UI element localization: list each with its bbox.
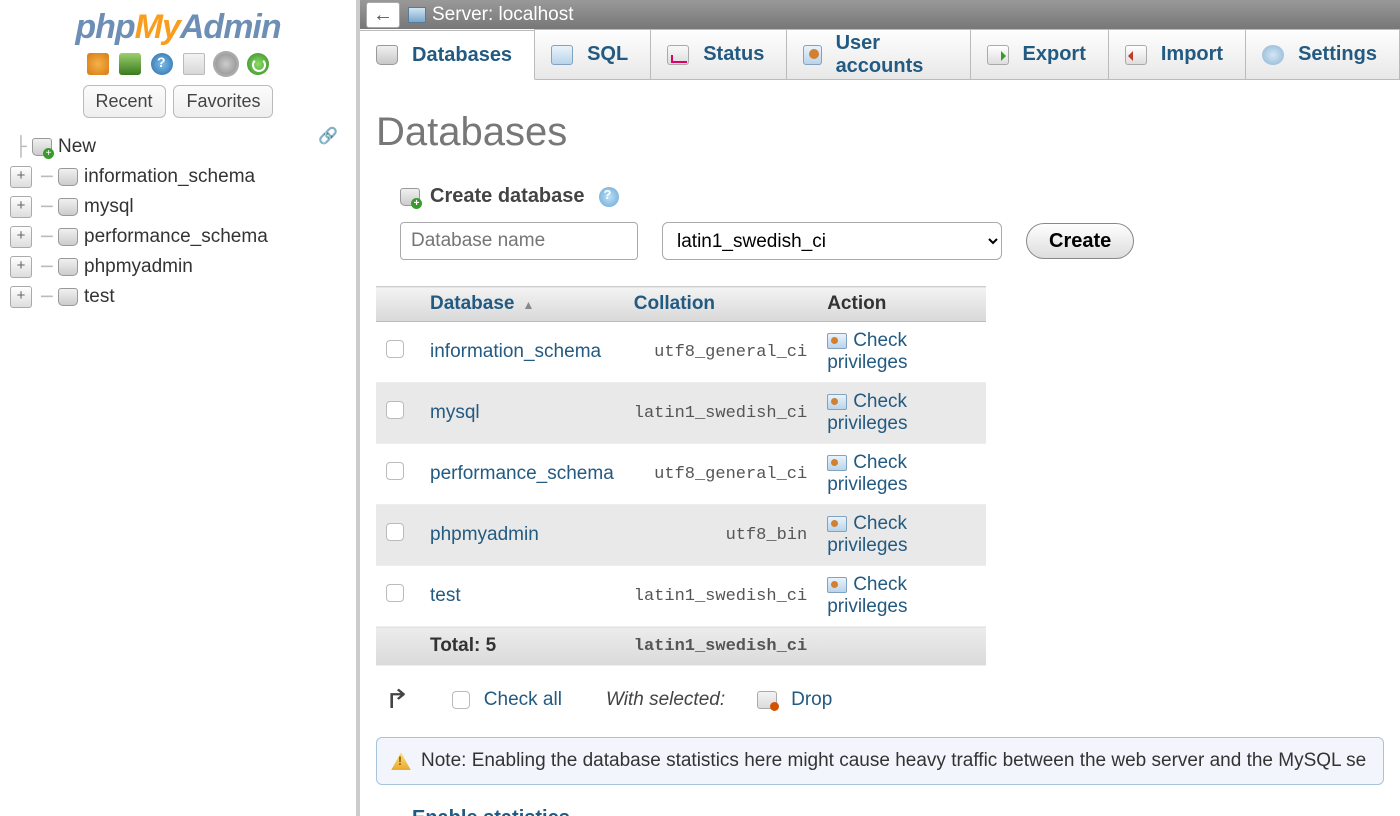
privileges-icon: [827, 455, 847, 471]
db-link[interactable]: information_schema: [430, 341, 601, 362]
new-db-icon: [32, 138, 52, 156]
db-collation: utf8_general_ci: [624, 322, 817, 383]
expand-icon[interactable]: +: [10, 166, 32, 188]
tree-new[interactable]: ├ New: [10, 132, 356, 162]
wrench-icon: [1262, 45, 1284, 65]
expand-icon[interactable]: +: [10, 256, 32, 278]
databases-icon: [376, 45, 398, 65]
privileges-icon: [827, 394, 847, 410]
db-collation: utf8_general_ci: [624, 444, 817, 505]
arrow-up-icon: ↱: [384, 684, 410, 715]
home-icon[interactable]: [87, 53, 109, 75]
db-link[interactable]: performance_schema: [430, 463, 614, 484]
privileges-icon: [827, 516, 847, 532]
database-icon: [58, 168, 78, 186]
tree-item[interactable]: + ─ test: [10, 282, 356, 312]
database-icon: [58, 258, 78, 276]
status-icon: [667, 45, 689, 65]
db-collation: latin1_swedish_ci: [624, 566, 817, 627]
top-tabs: Databases SQL Status User accounts Expor…: [360, 29, 1400, 80]
table-row: phpmyadmin utf8_bin Check privileges: [376, 505, 986, 566]
nav-toolbar: [0, 53, 356, 75]
drop-link[interactable]: Drop: [791, 689, 832, 711]
database-name-input[interactable]: [400, 222, 638, 260]
db-link[interactable]: mysql: [430, 402, 480, 423]
tab-user-accounts[interactable]: User accounts: [786, 29, 970, 79]
row-checkbox[interactable]: [386, 401, 404, 419]
table-row: test latin1_swedish_ci Check privileges: [376, 566, 986, 627]
expand-icon[interactable]: +: [10, 286, 32, 308]
sql-icon: [551, 45, 573, 65]
tab-export[interactable]: Export: [970, 29, 1109, 79]
database-icon: [58, 228, 78, 246]
db-link[interactable]: test: [430, 585, 461, 606]
row-checkbox[interactable]: [386, 340, 404, 358]
with-selected-label: With selected:: [606, 689, 725, 711]
database-icon: [58, 288, 78, 306]
collation-select[interactable]: latin1_swedish_ci: [662, 222, 1002, 260]
link-icon[interactable]: 🔗: [318, 126, 338, 146]
navpanel-icon[interactable]: [183, 53, 205, 75]
favorites-button[interactable]: Favorites: [173, 85, 273, 118]
tree-item[interactable]: + ─ mysql: [10, 192, 356, 222]
table-total-row: Total: 5 latin1_swedish_ci: [376, 627, 986, 666]
back-button[interactable]: ←: [366, 2, 400, 28]
expand-icon[interactable]: +: [10, 226, 32, 248]
help-icon[interactable]: [599, 187, 619, 207]
row-checkbox[interactable]: [386, 462, 404, 480]
tab-settings[interactable]: Settings: [1245, 29, 1400, 79]
expand-icon[interactable]: +: [10, 196, 32, 218]
logout-icon[interactable]: [119, 53, 141, 75]
bulk-action-row: ↱ Check all With selected: Drop: [386, 684, 1384, 715]
privileges-icon: [827, 577, 847, 593]
reload-icon[interactable]: [247, 53, 269, 75]
check-all-link[interactable]: Check all: [484, 689, 562, 711]
page-title: Databases: [376, 110, 1384, 155]
db-link[interactable]: phpmyadmin: [430, 524, 539, 545]
db-tree: ├ New + ─ information_schema + ─ mysql +…: [0, 126, 356, 312]
row-checkbox[interactable]: [386, 584, 404, 602]
db-collation: latin1_swedish_ci: [624, 383, 817, 444]
note-box: Note: Enabling the database statistics h…: [376, 737, 1384, 785]
recent-button[interactable]: Recent: [83, 85, 166, 118]
tab-databases[interactable]: Databases: [360, 30, 535, 80]
tab-status[interactable]: Status: [650, 29, 787, 79]
create-database-heading: Create database: [400, 185, 1384, 208]
logo: phpMyAdmin: [0, 0, 356, 47]
privileges-icon: [827, 333, 847, 349]
import-icon: [1125, 45, 1147, 65]
create-button[interactable]: Create: [1026, 223, 1134, 259]
check-all-checkbox[interactable]: [452, 691, 470, 709]
tree-item[interactable]: + ─ information_schema: [10, 162, 356, 192]
table-row: information_schema utf8_general_ci Check…: [376, 322, 986, 383]
warning-icon: [391, 752, 411, 770]
database-icon: [58, 198, 78, 216]
row-checkbox[interactable]: [386, 523, 404, 541]
tree-item[interactable]: + ─ performance_schema: [10, 222, 356, 252]
col-action: Action: [817, 287, 986, 322]
col-database[interactable]: Database▲: [420, 287, 624, 322]
server-label: Server: localhost: [432, 4, 574, 26]
docs-icon[interactable]: [151, 53, 173, 75]
tree-item[interactable]: + ─ phpmyadmin: [10, 252, 356, 282]
col-collation[interactable]: Collation: [624, 287, 817, 322]
note-text: Note: Enabling the database statistics h…: [421, 750, 1366, 772]
db-collation: utf8_bin: [624, 505, 817, 566]
drop-icon: [757, 691, 777, 709]
table-row: mysql latin1_swedish_ci Check privileges: [376, 383, 986, 444]
create-database-form: latin1_swedish_ci Create: [400, 222, 1384, 260]
databases-table: Database▲ Collation Action information_s…: [376, 286, 986, 666]
settings-icon[interactable]: [215, 53, 237, 75]
new-db-icon: [400, 188, 420, 206]
export-icon: [987, 45, 1009, 65]
user-accounts-icon: [803, 45, 821, 65]
tab-sql[interactable]: SQL: [534, 29, 651, 79]
main-panel: ← Server: localhost Databases SQL Status…: [360, 0, 1400, 816]
server-bar: ← Server: localhost: [360, 0, 1400, 29]
tab-import[interactable]: Import: [1108, 29, 1246, 79]
enable-statistics-link[interactable]: Enable statistics: [412, 807, 570, 816]
navigation-panel: phpMyAdmin Recent Favorites 🔗 ├ New + ─: [0, 0, 360, 816]
table-row: performance_schema utf8_general_ci Check…: [376, 444, 986, 505]
server-icon: [408, 7, 426, 23]
